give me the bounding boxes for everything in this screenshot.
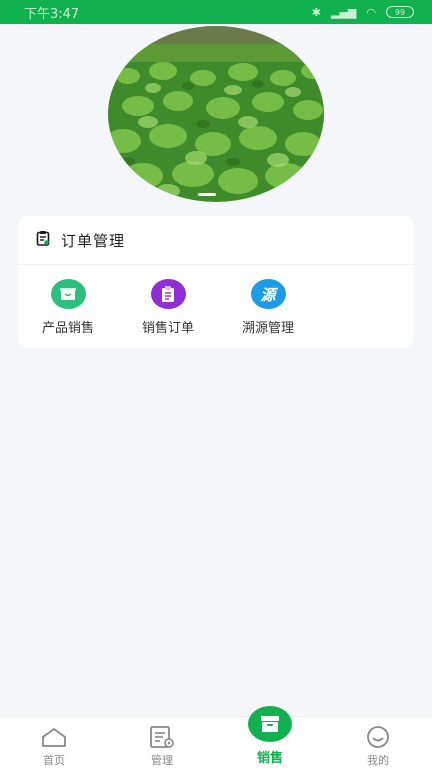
traceability-icon: 源 (250, 279, 286, 309)
order-management-card: 订单管理 产品销售 销售订单 源 溯源管理 (18, 216, 414, 348)
status-time: 下午3:47 (24, 6, 80, 22)
vegetable-field-photo (108, 26, 324, 202)
card-title: 订单管理 (61, 231, 126, 250)
clipboard-icon (35, 230, 51, 250)
tab-home[interactable]: 首页 (0, 717, 108, 768)
signal-icon: ▂▄▆ (331, 5, 357, 19)
sales-order-button[interactable]: 销售订单 (118, 279, 218, 336)
traceability-label: 溯源管理 (241, 321, 294, 336)
sales-order-label: 销售订单 (141, 321, 194, 336)
tab-sales-label: 销售 (256, 751, 283, 766)
banner-image[interactable] (108, 26, 324, 202)
card-header: 订单管理 (18, 216, 414, 265)
manage-icon (148, 724, 176, 750)
status-bar: 下午3:47 ✱ ▂▄▆ ◠ 99 (0, 0, 432, 24)
tab-profile-label: 我的 (367, 754, 389, 767)
battery-level: 99 (394, 7, 406, 17)
tab-home-label: 首页 (43, 754, 65, 767)
product-sales-button[interactable]: 产品销售 (18, 279, 118, 336)
profile-icon (364, 724, 392, 750)
bluetooth-icon: ✱ (311, 5, 321, 19)
wifi-icon: ◠ (366, 5, 376, 19)
bottom-tab-bar: 首页 管理 销售 我的 (0, 716, 432, 768)
tab-manage-label: 管理 (151, 754, 173, 767)
card-items: 产品销售 销售订单 源 溯源管理 (18, 265, 414, 336)
traceability-glyph: 源 (260, 285, 276, 304)
product-sales-label: 产品销售 (41, 321, 94, 336)
tab-manage[interactable]: 管理 (108, 717, 216, 768)
traceability-button[interactable]: 源 溯源管理 (218, 279, 318, 336)
status-icons: ✱ ▂▄▆ ◠ 99 (312, 6, 414, 19)
home-icon (40, 724, 68, 750)
carousel-indicator (198, 193, 216, 196)
sales-order-icon (150, 279, 186, 309)
product-sales-icon (50, 279, 86, 309)
tab-profile[interactable]: 我的 (324, 717, 432, 768)
sales-icon[interactable] (248, 706, 292, 742)
battery-icon: 99 (386, 6, 414, 18)
